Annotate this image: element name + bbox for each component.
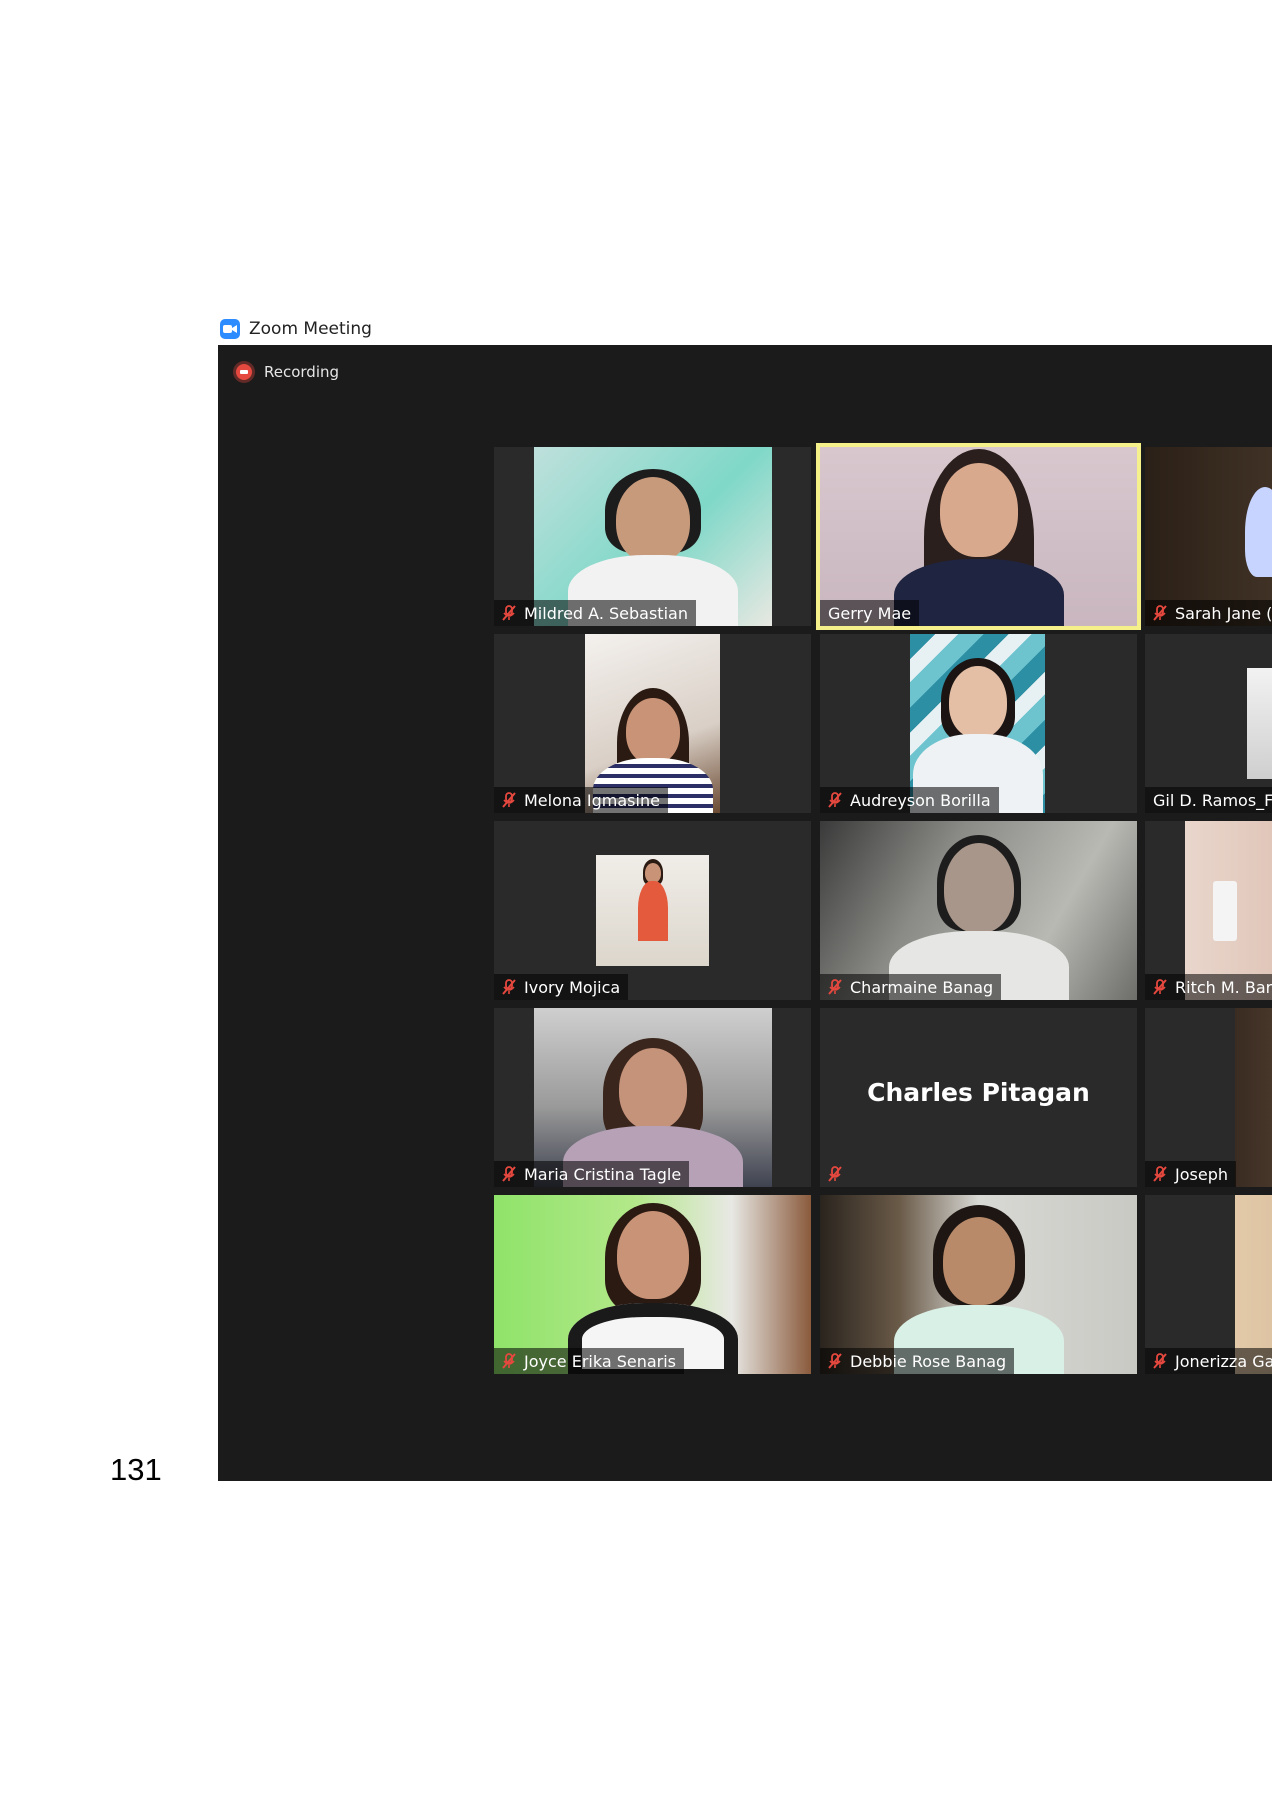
muted-mic-icon [824,1350,846,1372]
participant-name-bar: Maria Cristina Tagle [494,1161,690,1187]
video-tile-melona[interactable]: Melona Igmasine [494,634,811,813]
muted-mic-icon [824,976,846,998]
page-number: 131 [110,1452,162,1487]
participant-name-bar [820,1161,858,1187]
muted-mic-icon [1149,1350,1171,1372]
video-tile-charles-pitagan[interactable]: Charles Pitagan [820,1008,1137,1187]
participant-name-bar: Melona Igmasine [494,787,668,813]
participant-name-bar: Debbie Rose Banag [820,1348,1015,1374]
video-tile-joyce-erika[interactable]: Joyce Erika Senaris [494,1195,811,1374]
participant-profile-image [1247,668,1272,779]
video-tile-maria-cristina[interactable]: Maria Cristina Tagle [494,1008,811,1187]
muted-mic-icon [1149,602,1171,624]
participant-name-bar: Audreyson Borilla [820,787,999,813]
participant-name: Ritch M. Bar [1175,977,1272,997]
video-tile-gil-ramos[interactable]: Gil D. Ramos_F [1145,634,1272,813]
video-tile-ritch[interactable]: Ritch M. Bar [1145,821,1272,1000]
muted-mic-icon [498,976,520,998]
window-titlebar: Zoom Meeting [218,314,1272,344]
video-tile-debbie-rose[interactable]: Debbie Rose Banag [820,1195,1137,1374]
participant-name: Sarah Jane ( [1175,603,1272,623]
participant-name: Ivory Mojica [524,977,621,997]
participant-name: Jonerizza Ga [1175,1351,1272,1371]
participant-name-bar: Joseph [1145,1161,1236,1187]
muted-mic-icon [498,1350,520,1372]
video-tile-jonerizza[interactable]: Jonerizza Ga [1145,1195,1272,1374]
recording-label: Recording [264,363,340,381]
participant-name: Gerry Mae [828,603,912,623]
muted-mic-icon [498,789,520,811]
muted-mic-icon [824,1163,846,1185]
participant-name: Mildred A. Sebastian [524,603,688,623]
participant-name: Debbie Rose Banag [850,1351,1007,1371]
participant-name: Joyce Erika Senaris [524,1351,677,1371]
participant-name-bar: Charmaine Banag [820,974,1002,1000]
participant-name-bar: Mildred A. Sebastian [494,600,696,626]
window-title: Zoom Meeting [249,319,372,339]
muted-mic-icon [824,789,846,811]
participant-name-bar: Gil D. Ramos_F [1145,787,1272,813]
participant-name-bar: Sarah Jane ( [1145,600,1272,626]
video-tile-joseph[interactable]: Joseph [1145,1008,1272,1187]
participant-name: Audreyson Borilla [850,790,991,810]
muted-mic-icon [1149,976,1171,998]
participant-name: Maria Cristina Tagle [524,1164,682,1184]
recording-icon [236,364,252,380]
participant-name-bar: Ivory Mojica [494,974,629,1000]
video-tile-gerry-mae[interactable]: Gerry Mae [816,443,1141,630]
video-tile-charmaine[interactable]: Charmaine Banag [820,821,1137,1000]
participant-name-bar: Ritch M. Bar [1145,974,1272,1000]
video-tile-sarah-jane[interactable]: Sarah Jane ( [1145,447,1272,626]
participant-name-bar: Jonerizza Ga [1145,1348,1272,1374]
zoom-logo-icon [220,319,240,339]
video-tile-audreyson[interactable]: Audreyson Borilla [820,634,1137,813]
participant-video [1235,1008,1272,1187]
participant-name-bar: Gerry Mae [820,600,920,626]
video-tile-ivory[interactable]: Ivory Mojica [494,821,811,1000]
muted-mic-icon [1149,1163,1171,1185]
participant-display-name: Charles Pitagan [867,1078,1090,1107]
muted-mic-icon [498,602,520,624]
participant-name: Joseph [1175,1164,1228,1184]
muted-mic-icon [498,1163,520,1185]
recording-indicator[interactable]: Recording [236,363,339,381]
participant-name: Charmaine Banag [850,977,994,997]
participant-name: Melona Igmasine [524,790,660,810]
video-tile-mildred[interactable]: Mildred A. Sebastian [494,447,811,626]
meeting-window: Recording Mildred A. Sebastian Gerry Mae [218,345,1272,1481]
participant-name: Gil D. Ramos_F [1153,790,1272,810]
participant-name-bar: Joyce Erika Senaris [494,1348,685,1374]
participant-video [596,855,709,966]
